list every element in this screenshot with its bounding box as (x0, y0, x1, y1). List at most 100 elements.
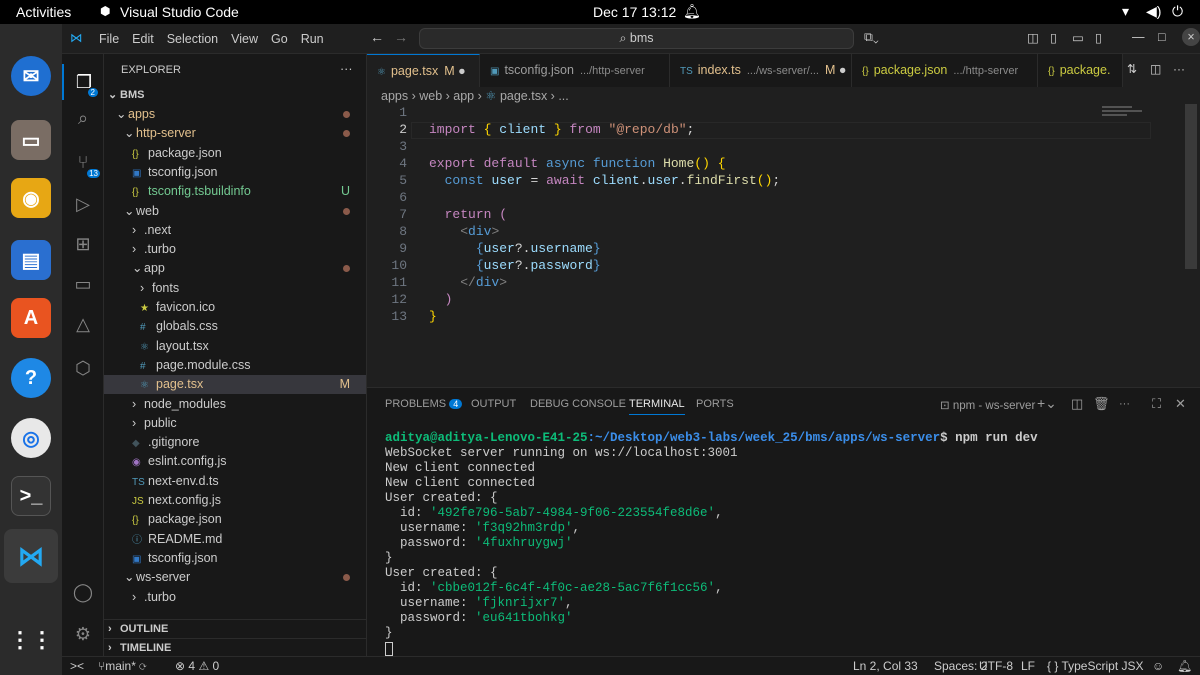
tab-problems[interactable]: PROBLEMS 4 (385, 398, 463, 410)
remote-icon[interactable]: >< (70, 657, 84, 675)
tree-item[interactable]: {} tsconfig.tsbuildinfo U (104, 182, 366, 201)
explorer-icon[interactable]: ❐ 2 (62, 64, 104, 100)
encoding[interactable]: UTF-8 (979, 657, 1013, 675)
tree-item[interactable]: ⌄ apps (104, 105, 366, 124)
tree-item[interactable]: › node_modules (104, 395, 366, 414)
tree-item[interactable]: ◆ .gitignore (104, 433, 366, 452)
maximize-icon[interactable]: □ (1158, 30, 1166, 44)
tab-index-ts[interactable]: TS index.ts .../ws-server/... M ● (670, 54, 852, 87)
copilot-status-icon[interactable]: ☺ (1152, 657, 1164, 675)
tree-item[interactable]: ⚛ page.tsx M (104, 375, 366, 395)
menu-go[interactable]: Go (271, 32, 288, 46)
menu-selection[interactable]: Selection (167, 32, 218, 46)
run-debug-icon[interactable]: ▷ (62, 186, 104, 222)
copilot-icon[interactable]: ⧉⌄ (864, 30, 879, 45)
tab-package-json[interactable]: {} package.json .../http-server (852, 54, 1038, 87)
tree-item[interactable]: ★ favicon.ico (104, 298, 366, 317)
tree-item[interactable]: ⚛ layout.tsx (104, 337, 366, 356)
toggle-sidebar-icon[interactable]: ◫ (1027, 30, 1039, 45)
tree-item[interactable]: TS next-env.d.ts (104, 472, 366, 491)
tab-debug-console[interactable]: DEBUG CONSOLE (530, 398, 626, 410)
chat-icon[interactable]: ▭ (62, 266, 104, 302)
extensions-icon[interactable]: ⊞ (62, 226, 104, 262)
tab-tsconfig-json[interactable]: ▣ tsconfig.json .../http-server (480, 54, 670, 87)
unsaved-dot-icon[interactable]: ● (835, 63, 847, 77)
toggle-panel-icon[interactable]: ▭ (1072, 30, 1084, 45)
tree-item[interactable]: ▣ tsconfig.json (104, 163, 366, 182)
tree-item[interactable]: ⌄ app (104, 259, 366, 278)
account-icon[interactable]: ◯ (62, 574, 104, 610)
tree-item[interactable]: › .turbo (104, 240, 366, 259)
workspace-root[interactable]: ⌄ BMS (104, 86, 366, 105)
writer-icon[interactable]: ▤ (11, 240, 51, 280)
search-view-icon[interactable]: ⌕ (62, 100, 104, 136)
problems-status[interactable]: ⊗ 4 ⚠ 0 (175, 657, 219, 675)
files-icon[interactable]: ▭ (11, 120, 51, 160)
thunderbird-icon[interactable]: ✉ (11, 56, 51, 96)
minimap[interactable] (1102, 104, 1152, 134)
split-editor-icon[interactable]: ◫ (1150, 62, 1161, 76)
command-center-search[interactable]: ⌕ bms (419, 28, 854, 49)
tab-package-[interactable]: {} package. (1038, 54, 1123, 87)
power-icon[interactable]: ⏻ (1172, 3, 1183, 20)
more-actions-icon[interactable]: ··· (340, 62, 353, 76)
tree-item[interactable]: ◉ eslint.config.js (104, 452, 366, 471)
tab-page-tsx[interactable]: ⚛ page.tsx M ● (367, 54, 480, 87)
wifi-icon[interactable]: ▾ (1122, 3, 1129, 20)
tree-item[interactable]: › fonts (104, 279, 366, 298)
tree-item[interactable]: › public (104, 414, 366, 433)
app-center-icon[interactable]: A (11, 298, 51, 338)
cursor-position[interactable]: Ln 2, Col 33 (853, 657, 918, 675)
tree-item[interactable]: › .turbo (104, 588, 366, 607)
vscode-dock-icon[interactable]: ⋈ (4, 529, 58, 583)
tree-item[interactable]: ⓘ README.md (104, 530, 366, 549)
toggle-primary-sidebar-icon[interactable]: ▯ (1050, 30, 1057, 45)
back-arrow-icon[interactable]: ← (370, 29, 384, 45)
unsaved-dot-icon[interactable]: ● (455, 64, 466, 78)
remote-explorer-icon[interactable]: ⬡ (62, 350, 104, 386)
chrome-icon[interactable]: ◎ (11, 418, 51, 458)
minimize-icon[interactable]: — (1132, 30, 1145, 44)
rhythmbox-icon[interactable]: ◉ (11, 178, 51, 218)
compare-changes-icon[interactable]: ⇅ (1127, 62, 1137, 76)
clock[interactable]: Dec 17 13:12 (593, 4, 676, 20)
close-panel-icon[interactable]: ✕ (1175, 396, 1186, 412)
help-icon[interactable]: ? (11, 358, 51, 398)
deploy-icon[interactable]: △ (62, 306, 104, 342)
code-editor[interactable]: 1 2 3 4 5 6 7 8 9 10 11 12 13 import { client } from… (367, 105, 1151, 385)
tree-item[interactable]: ▣ tsconfig.json (104, 549, 366, 568)
line-ending[interactable]: LF (1021, 657, 1035, 675)
new-terminal-icon[interactable]: +⌄ (1037, 395, 1057, 412)
terminal-output[interactable]: aditya@aditya-Lenovo-E41-25:~/Desktop/we… (367, 428, 1200, 656)
language-mode[interactable]: { } TypeScript JSX (1047, 657, 1144, 675)
outline-section[interactable]: › OUTLINE (104, 619, 366, 638)
tree-item[interactable]: # globals.css (104, 317, 366, 336)
tree-item[interactable]: {} package.json (104, 144, 366, 163)
source-control-icon[interactable]: ⑂ 13 (62, 144, 104, 180)
notifications-icon[interactable]: 🔔︎ (1177, 657, 1192, 675)
tree-item[interactable]: ⌄ ws-server (104, 568, 366, 587)
menu-run[interactable]: Run (301, 32, 324, 46)
tab-more-icon[interactable]: ··· (1173, 62, 1185, 76)
menu-edit[interactable]: Edit (132, 32, 154, 46)
timeline-section[interactable]: › TIMELINE (104, 638, 366, 657)
tree-item[interactable]: › .next (104, 221, 366, 240)
menu-file[interactable]: File (99, 32, 119, 46)
terminal-icon[interactable]: >_ (11, 476, 51, 516)
breadcrumb-file[interactable]: page.tsx (500, 89, 547, 103)
activities-button[interactable]: Activities (16, 4, 71, 20)
tab-terminal[interactable]: TERMINAL (629, 398, 685, 415)
breadcrumb-web[interactable]: web (419, 89, 442, 103)
panel-more-icon[interactable]: ··· (1119, 398, 1130, 410)
tree-item[interactable]: {} package.json (104, 510, 366, 529)
breadcrumb-app[interactable]: app (453, 89, 474, 103)
maximize-panel-icon[interactable]: ⛶ (1152, 396, 1161, 412)
volume-icon[interactable]: ◀) (1146, 3, 1161, 20)
tree-item[interactable]: JS next.config.js (104, 491, 366, 510)
tree-item[interactable]: # page.module.css (104, 356, 366, 375)
tab-output[interactable]: OUTPUT (471, 398, 516, 410)
menu-view[interactable]: View (231, 32, 258, 46)
split-terminal-icon[interactable]: ◫ (1071, 396, 1083, 412)
settings-gear-icon[interactable]: ⚙ (62, 616, 104, 652)
editor-scrollbar[interactable] (1185, 104, 1197, 269)
